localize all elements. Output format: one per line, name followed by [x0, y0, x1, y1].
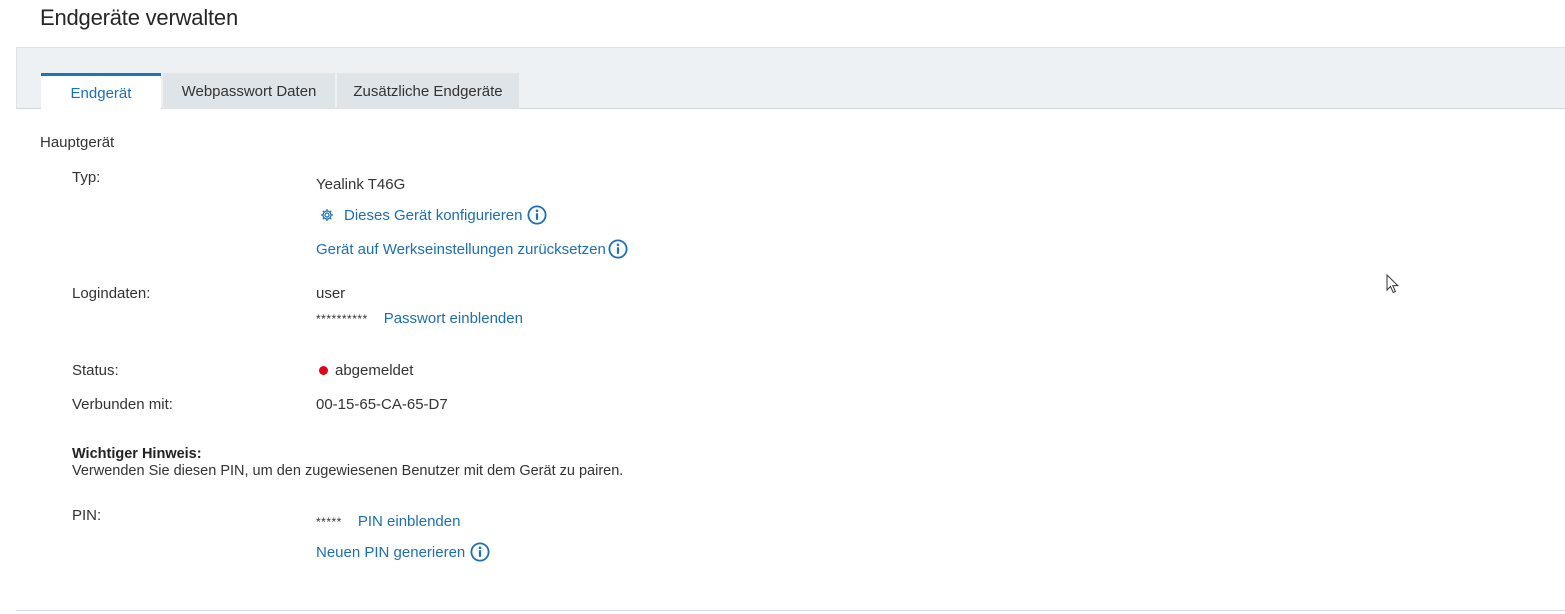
- show-password-link[interactable]: Passwort einblenden: [384, 310, 523, 327]
- bottom-divider: [16, 610, 1565, 611]
- configure-device-link[interactable]: Dieses Gerät konfigurieren: [344, 207, 522, 224]
- pin-row: ***** PIN einblenden: [316, 513, 460, 530]
- tab-zusaetzliche-endgeraete[interactable]: Zusätzliche Endgeräte: [337, 73, 519, 109]
- gear-icon[interactable]: [320, 208, 334, 222]
- pin-label: PIN:: [72, 507, 102, 524]
- show-pin-link[interactable]: PIN einblenden: [358, 513, 461, 530]
- notice-title: Wichtiger Hinweis:: [72, 446, 202, 462]
- connected-value: 00-15-65-CA-65-D7: [316, 396, 448, 413]
- device-management-page: Endgeräte verwalten Endgerät Webpasswort…: [0, 0, 1565, 614]
- login-label: Logindaten:: [72, 285, 151, 302]
- generate-pin-row: Neuen PIN generieren: [316, 542, 490, 562]
- status-label: Status:: [72, 362, 119, 379]
- status-dot-icon: [319, 366, 328, 375]
- page-title: Endgeräte verwalten: [40, 5, 238, 30]
- info-icon[interactable]: [608, 239, 628, 259]
- password-masked: **********: [316, 311, 368, 326]
- connected-label: Verbunden mit:: [72, 396, 173, 413]
- info-icon[interactable]: [527, 205, 547, 225]
- factory-reset-row: Gerät auf Werkseinstellungen zurücksetze…: [316, 239, 628, 259]
- password-row: ********** Passwort einblenden: [316, 310, 523, 327]
- tab-webpasswort-daten[interactable]: Webpasswort Daten: [163, 73, 335, 109]
- mouse-cursor-icon: [1386, 274, 1400, 294]
- status-row: abgemeldet: [319, 362, 413, 379]
- type-value: Yealink T46G: [316, 176, 406, 193]
- factory-reset-link[interactable]: Gerät auf Werkseinstellungen zurücksetze…: [316, 241, 606, 258]
- info-icon[interactable]: [470, 542, 490, 562]
- pin-masked: *****: [316, 514, 342, 529]
- login-user: user: [316, 285, 346, 302]
- tab-endgeraet[interactable]: Endgerät: [41, 73, 161, 109]
- configure-device-row: Dieses Gerät konfigurieren: [320, 205, 547, 225]
- section-title-main-device: Hauptgerät: [40, 134, 115, 151]
- status-value: abgemeldet: [335, 362, 414, 379]
- notice-text: Verwenden Sie diesen PIN, um den zugewie…: [72, 463, 624, 479]
- type-label: Typ:: [72, 169, 101, 186]
- tab-bar: Endgerät Webpasswort Daten Zusätzliche E…: [16, 47, 1565, 109]
- generate-pin-link[interactable]: Neuen PIN generieren: [316, 544, 465, 561]
